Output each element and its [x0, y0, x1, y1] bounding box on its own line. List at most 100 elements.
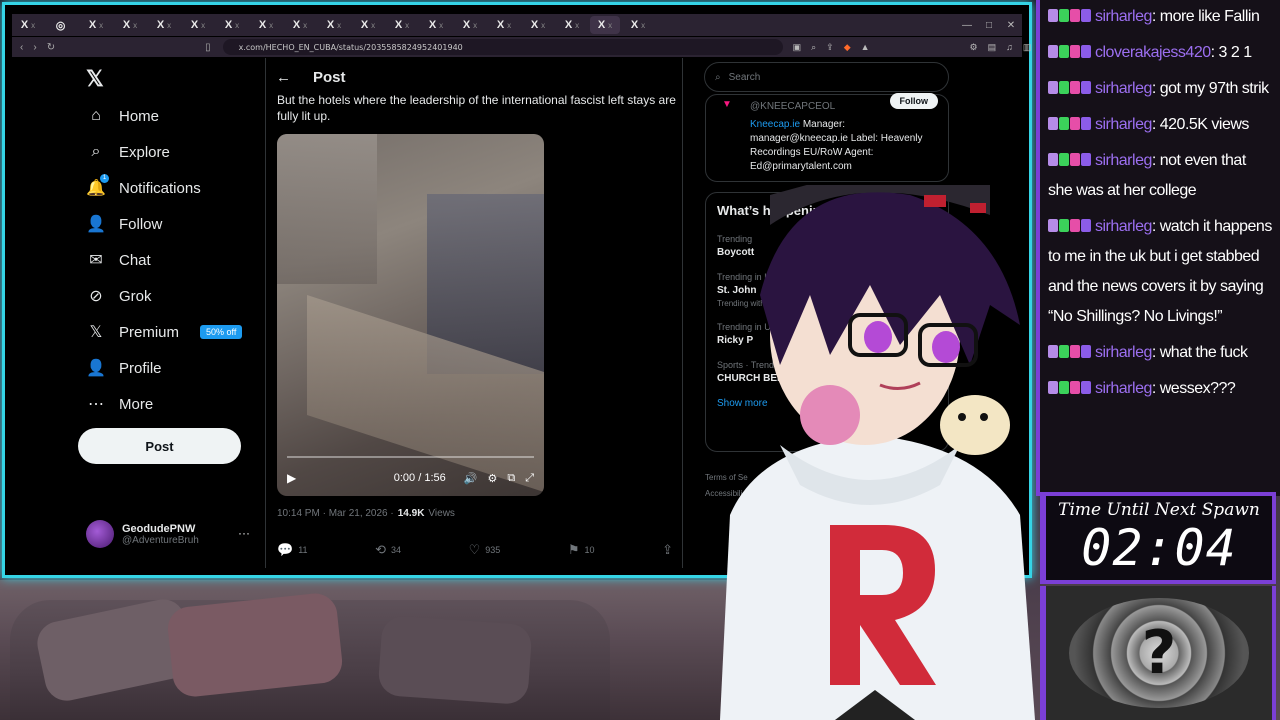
post-button[interactable]: Post [78, 428, 241, 464]
back-nav-icon[interactable]: ‹ [20, 42, 23, 53]
profile-link[interactable]: Kneecap.ie [750, 119, 800, 130]
trend-item[interactable]: Sports · Trending CHURCH BELLS [717, 360, 937, 384]
chat-username[interactable]: sirharleg [1095, 116, 1152, 133]
browser-tab[interactable]: Xx [284, 16, 316, 34]
browser-tab[interactable]: Xx [622, 16, 654, 34]
volume-icon[interactable]: 🔊 [464, 472, 478, 485]
trend-item[interactable]: Trending in United States St. John Trendin… [717, 272, 937, 308]
browser-tab[interactable]: Xx [352, 16, 384, 34]
nav-item-follow[interactable]: 👤 Follow [86, 210, 162, 238]
search-input[interactable]: ⌕ Search [704, 62, 949, 92]
follow-button[interactable]: Follow [889, 93, 938, 109]
chat-username[interactable]: sirharleg [1095, 218, 1152, 235]
nav-item-home[interactable]: ⌂ Home [86, 102, 159, 130]
browser-tab[interactable]: Xx [454, 16, 486, 34]
bookmark-button[interactable]: ⚑ 10 [568, 542, 595, 558]
like-button[interactable]: ♡ 935 [469, 542, 501, 558]
tab-close-icon[interactable]: x [575, 21, 579, 30]
tab-close-icon[interactable]: x [167, 21, 171, 30]
tab-close-icon[interactable]: x [439, 21, 443, 30]
footer-link[interactable]: Accessibili [705, 486, 748, 502]
trend-with-links[interactable]: Bill Self, Dylan D [767, 299, 827, 308]
nav-item-profile[interactable]: 👤 Profile [86, 354, 162, 382]
tab-close-icon[interactable]: x [473, 21, 477, 30]
tweet-time[interactable]: 10:14 PM · Mar 21, 2026 · [277, 508, 394, 519]
tab-close-icon[interactable]: x [303, 21, 307, 30]
media-icon[interactable]: ♫ [1006, 42, 1013, 52]
browser-tab[interactable]: Xx [318, 16, 350, 34]
zoom-icon[interactable]: ⌕ [811, 42, 816, 52]
tab-close-icon[interactable]: x [133, 21, 137, 30]
nav-item-premium[interactable]: 𝕏 Premium 50% off [86, 318, 243, 346]
footer-link[interactable]: Terms of Se [705, 470, 748, 486]
maximize-button[interactable]: □ [978, 20, 1000, 31]
more-icon[interactable]: ··· [238, 526, 250, 540]
tab-close-icon[interactable]: x [541, 21, 545, 30]
video-player[interactable]: ▶ 0:00 / 1:56 🔊 ⚙ ⧉ ⤢ [277, 134, 544, 496]
chat-username[interactable]: sirharleg [1095, 380, 1152, 397]
tab-close-icon[interactable]: x [337, 21, 341, 30]
account-switcher[interactable]: GeodudePNW @AdventureBruh ··· [86, 518, 256, 550]
rewards-icon[interactable]: ▲ [861, 42, 870, 52]
browser-tab[interactable]: Xx [386, 16, 418, 34]
chat-username[interactable]: sirharleg [1095, 344, 1152, 361]
play-icon[interactable]: ▶ [287, 471, 296, 485]
trend-item[interactable]: Trending in United States Ricky P [717, 322, 937, 346]
show-more-link[interactable]: Show more [717, 398, 937, 409]
tab-close-icon[interactable]: x [235, 21, 239, 30]
browser-tab[interactable]: Xx [148, 16, 180, 34]
url-field[interactable]: x.com/HECHO_EN_CUBA/status/2035585824952… [222, 39, 783, 55]
tab-close-icon[interactable]: x [608, 21, 612, 30]
tab-close-icon[interactable]: x [507, 21, 511, 30]
tab-close-icon[interactable]: x [405, 21, 409, 30]
browser-tab[interactable]: Xx [12, 16, 44, 34]
chat-username[interactable]: sirharleg [1095, 152, 1152, 169]
share-button[interactable]: ⇪ [662, 542, 673, 558]
share-icon[interactable]: ⇪ [826, 42, 834, 52]
browser-tab[interactable]: Xx [182, 16, 214, 34]
browser-tab[interactable]: Xx [420, 16, 452, 34]
browser-tab[interactable]: Xx [488, 16, 520, 34]
tab-close-icon[interactable]: x [31, 21, 35, 30]
brave-shield-icon[interactable]: ◆ [844, 42, 851, 52]
video-progress-bar[interactable] [287, 456, 534, 458]
tab-close-icon[interactable]: x [201, 21, 205, 30]
browser-tab[interactable]: Xx [80, 16, 112, 34]
repost-button[interactable]: ⟲ 34 [375, 542, 401, 558]
trend-item[interactable]: Trending Boycott [717, 234, 937, 258]
back-arrow-icon[interactable]: ← [276, 69, 291, 86]
nav-item-chat[interactable]: ✉ Chat [86, 246, 150, 274]
browser-tab[interactable]: Xx [556, 16, 588, 34]
close-window-button[interactable]: ✕ [1000, 20, 1022, 31]
browser-tab[interactable]: Xx [114, 16, 146, 34]
chat-username[interactable]: sirharleg [1095, 8, 1152, 25]
extension-icon[interactable]: ⚙ [970, 42, 978, 52]
chat-username[interactable]: sirharleg [1095, 80, 1152, 97]
nav-item-notifications[interactable]: 🔔 1 Notifications [86, 174, 201, 202]
browser-tab[interactable]: Xx [250, 16, 282, 34]
extension-icon[interactable]: ▤ [988, 42, 997, 52]
screenshot-icon[interactable]: ▣ [793, 42, 802, 52]
reply-button[interactable]: 💬 11 [277, 542, 308, 558]
browser-tab[interactable]: Xx [590, 16, 620, 34]
browser-tab[interactable]: Xx [522, 16, 554, 34]
bookmark-icon[interactable]: ▯ [205, 42, 211, 53]
settings-icon[interactable]: ⚙ [487, 472, 497, 485]
nav-item-explore[interactable]: ⌕ Explore [86, 138, 170, 166]
forward-nav-icon[interactable]: › [33, 42, 36, 53]
reload-icon[interactable]: ↻ [47, 42, 55, 53]
tab-close-icon[interactable]: x [99, 21, 103, 30]
pip-icon[interactable]: ⧉ [507, 472, 515, 485]
browser-tab[interactable]: ◎ [46, 16, 78, 34]
chat-username[interactable]: cloverakajess420 [1095, 44, 1211, 61]
minimize-button[interactable]: — [956, 20, 978, 31]
nav-item-grok[interactable]: ⊘ Grok [86, 282, 151, 310]
tab-close-icon[interactable]: x [371, 21, 375, 30]
tab-close-icon[interactable]: x [269, 21, 273, 30]
browser-tab[interactable]: Xx [216, 16, 248, 34]
nav-item-more[interactable]: ⋯ More [86, 390, 153, 418]
x-logo-icon[interactable]: 𝕏 [86, 66, 108, 91]
fullscreen-icon[interactable]: ⤢ [525, 472, 534, 485]
extension-icon[interactable]: ▥ [1023, 42, 1032, 52]
tab-close-icon[interactable]: x [641, 21, 645, 30]
